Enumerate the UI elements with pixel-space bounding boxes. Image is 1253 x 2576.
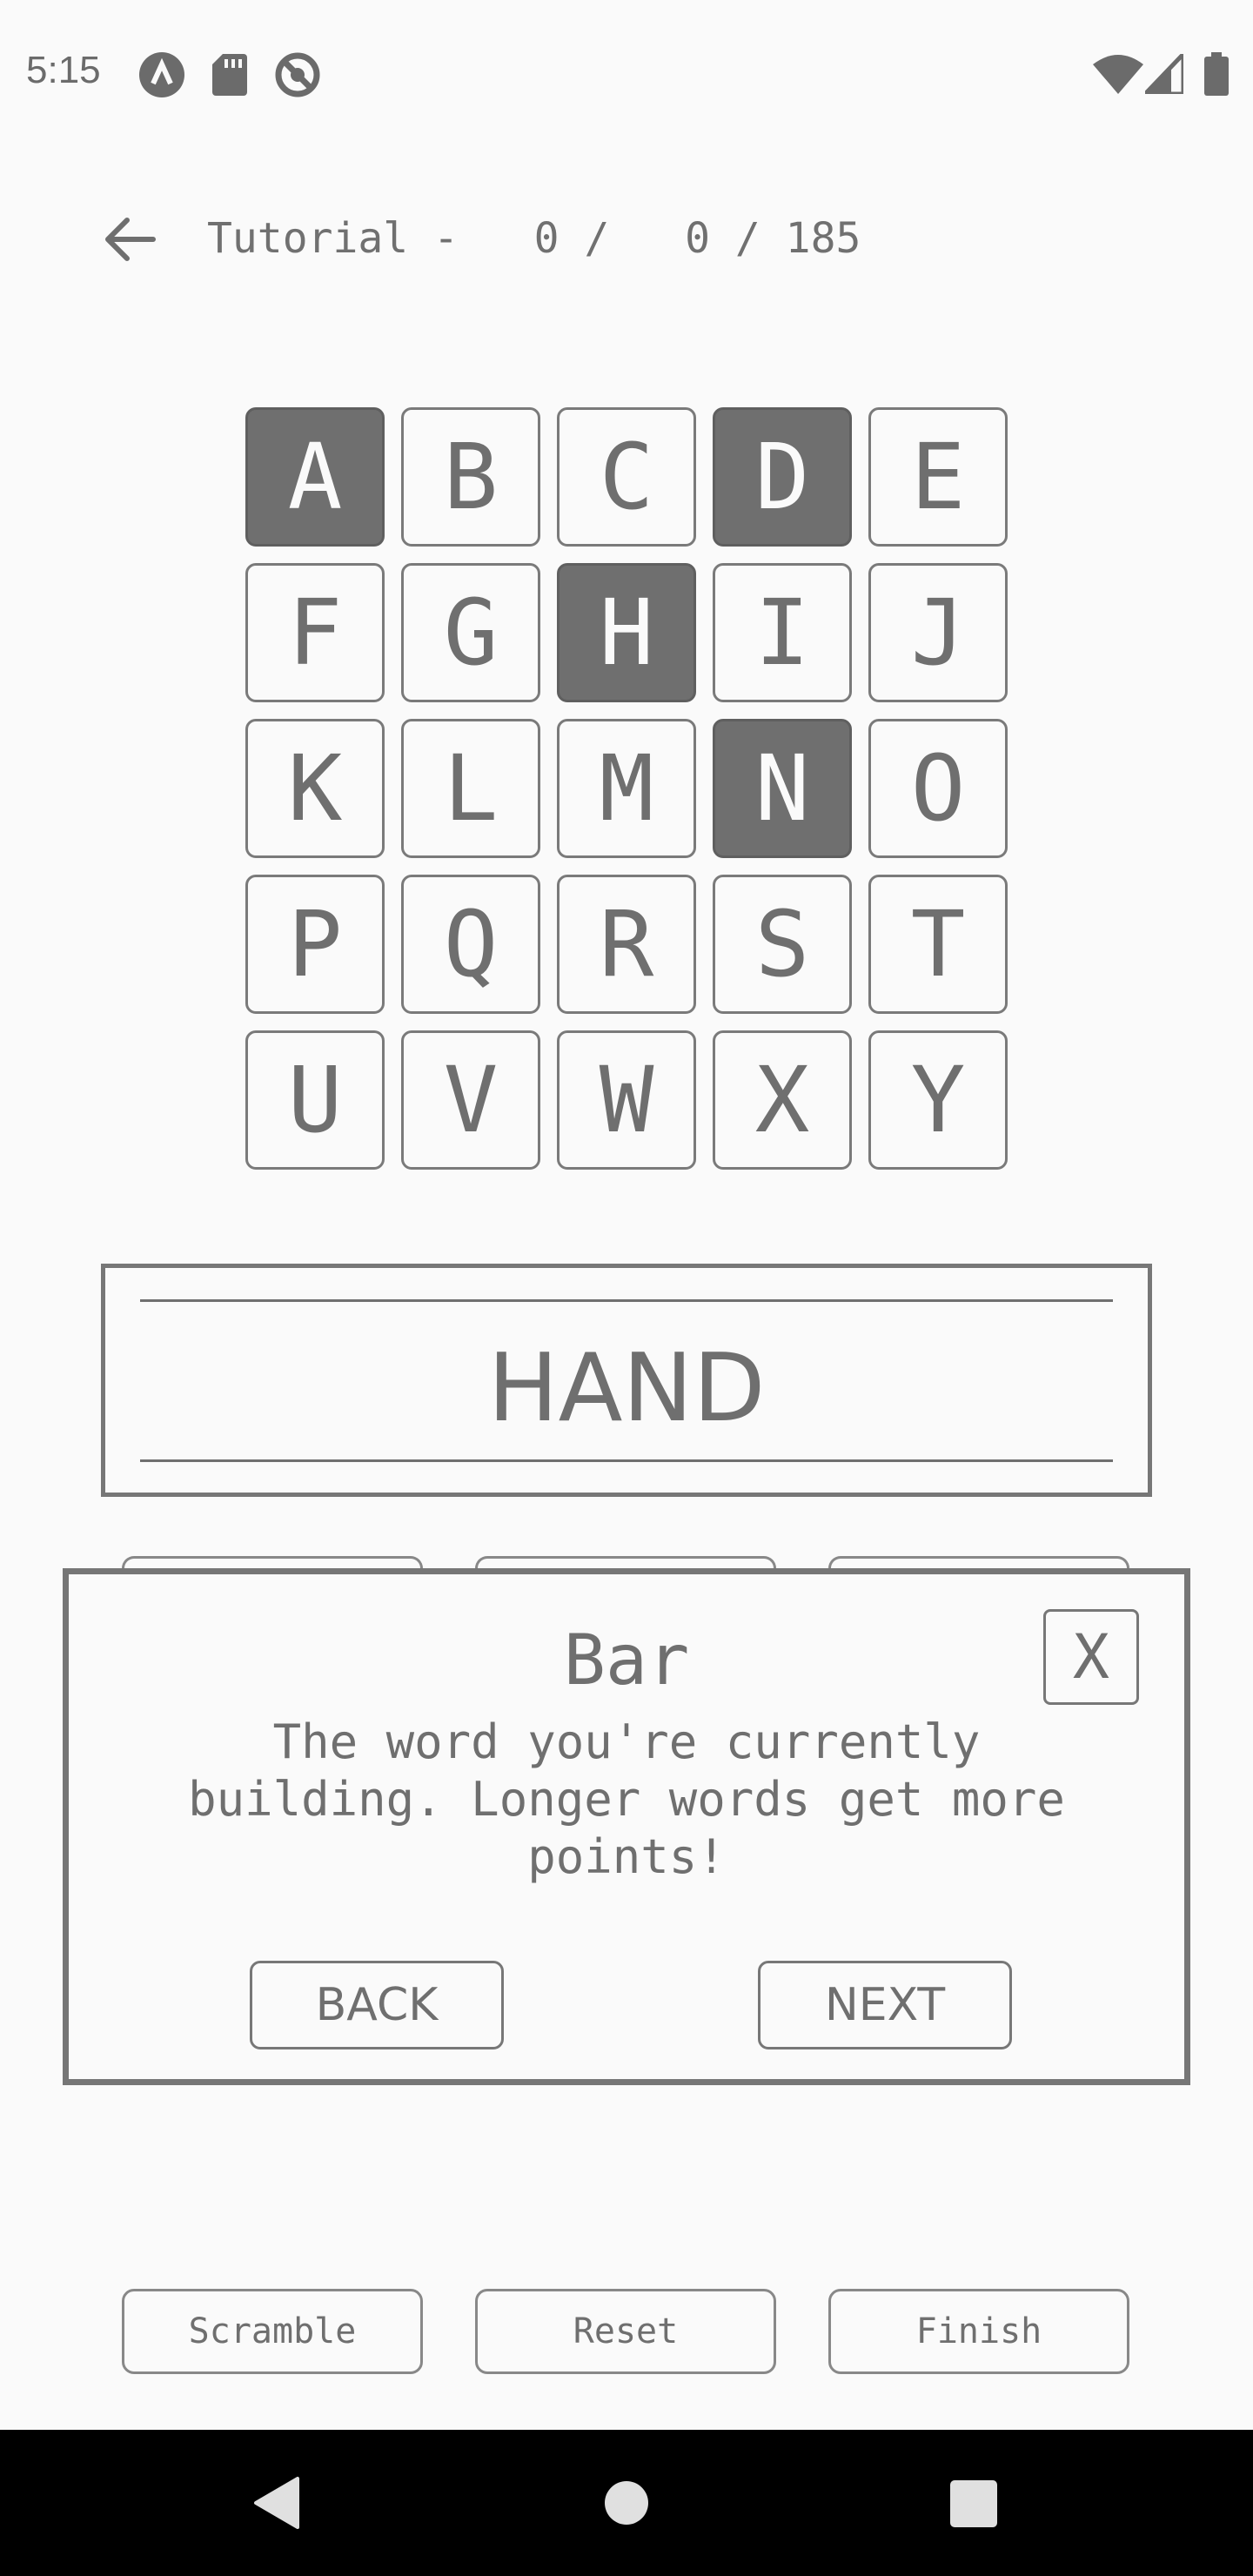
letter-tile-c[interactable]: C bbox=[557, 407, 696, 547]
scramble-button[interactable]: Scramble bbox=[122, 2289, 423, 2374]
letter-tile-s[interactable]: S bbox=[713, 875, 852, 1014]
popup-next-button[interactable]: NEXT bbox=[758, 1961, 1012, 2049]
letter-tile-e[interactable]: E bbox=[868, 407, 1008, 547]
letter-tile-u[interactable]: U bbox=[245, 1030, 385, 1170]
current-word: HAND bbox=[487, 1334, 766, 1443]
letter-tile-n[interactable]: N bbox=[713, 719, 852, 858]
letter-tile-i[interactable]: I bbox=[713, 563, 852, 702]
status-bar: 5:15 bbox=[0, 0, 1253, 148]
letter-tile-k[interactable]: K bbox=[245, 719, 385, 858]
letter-tile-q[interactable]: Q bbox=[401, 875, 540, 1014]
nav-home-icon[interactable] bbox=[604, 2480, 649, 2526]
battery-icon bbox=[1204, 52, 1229, 99]
nav-back-icon[interactable] bbox=[252, 2475, 301, 2531]
letter-tile-d[interactable]: D bbox=[713, 407, 852, 547]
letter-tile-v[interactable]: V bbox=[401, 1030, 540, 1170]
letter-tile-t[interactable]: T bbox=[868, 875, 1008, 1014]
word-bar-top-rule bbox=[140, 1299, 1113, 1302]
navigation-bar bbox=[0, 2430, 1253, 2576]
letter-tile-x[interactable]: X bbox=[713, 1030, 852, 1170]
finish-button[interactable]: Finish bbox=[828, 2289, 1129, 2374]
status-time: 5:15 bbox=[26, 49, 101, 91]
letter-tile-a[interactable]: A bbox=[245, 407, 385, 547]
letter-tile-j[interactable]: J bbox=[868, 563, 1008, 702]
wifi-icon bbox=[1093, 54, 1143, 97]
app-a-icon bbox=[137, 50, 186, 103]
letter-tile-y[interactable]: Y bbox=[868, 1030, 1008, 1170]
no-sync-icon bbox=[273, 50, 322, 103]
tutorial-popup: Bar X The word you're currently building… bbox=[63, 1568, 1190, 2085]
popup-title: Bar bbox=[563, 1620, 690, 1701]
sd-card-icon bbox=[212, 54, 247, 99]
letter-tile-m[interactable]: M bbox=[557, 719, 696, 858]
tutorial-progress: Tutorial - 0 / 0 / 185 bbox=[207, 214, 861, 263]
letter-tile-f[interactable]: F bbox=[245, 563, 385, 702]
signal-icon bbox=[1140, 48, 1186, 97]
back-button[interactable] bbox=[96, 205, 165, 274]
letter-tile-b[interactable]: B bbox=[401, 407, 540, 547]
nav-recents-icon[interactable] bbox=[950, 2480, 997, 2527]
current-word-bar: HAND bbox=[101, 1264, 1152, 1497]
letter-tile-p[interactable]: P bbox=[245, 875, 385, 1014]
popup-back-button[interactable]: BACK bbox=[250, 1961, 504, 2049]
letter-tile-h[interactable]: H bbox=[557, 563, 696, 702]
letter-tile-w[interactable]: W bbox=[557, 1030, 696, 1170]
letter-tile-g[interactable]: G bbox=[401, 563, 540, 702]
letter-tile-o[interactable]: O bbox=[868, 719, 1008, 858]
arrow-left-icon bbox=[105, 218, 156, 261]
popup-description: The word you're currently building. Long… bbox=[188, 1714, 1065, 1884]
letter-tile-l[interactable]: L bbox=[401, 719, 540, 858]
word-bar-bottom-rule bbox=[140, 1459, 1113, 1462]
reset-button[interactable]: Reset bbox=[475, 2289, 776, 2374]
letter-tile-r[interactable]: R bbox=[557, 875, 696, 1014]
popup-close-button[interactable]: X bbox=[1043, 1609, 1139, 1705]
